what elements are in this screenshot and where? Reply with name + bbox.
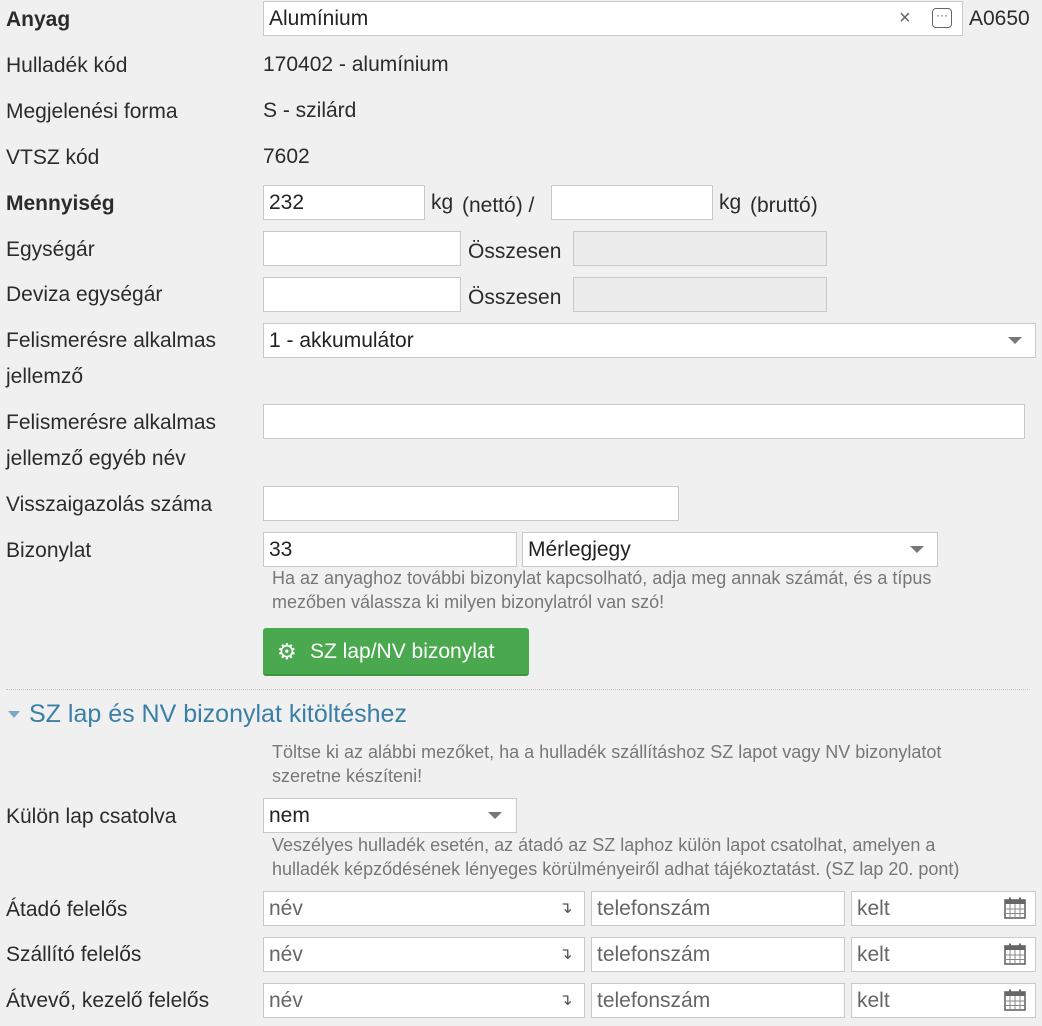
felismeres-select[interactable]: 1 - akkumulátor bbox=[263, 323, 1036, 358]
szallito-felelos-label: Szállító felelős bbox=[6, 943, 142, 966]
felismeres-egyeb-input[interactable] bbox=[263, 404, 1025, 439]
chevron-down-icon bbox=[488, 812, 502, 819]
kulon-lap-label: Külön lap csatolva bbox=[6, 805, 177, 828]
deviza-osszesen-label: Összesen bbox=[468, 286, 562, 309]
calendar-icon[interactable] bbox=[1004, 943, 1026, 965]
placeholder: kelt bbox=[857, 897, 890, 920]
gear-icon: ⚙ bbox=[277, 639, 297, 664]
szallito-nev-input[interactable]: név bbox=[263, 937, 585, 972]
bizonylat-label: Bizonylat bbox=[6, 539, 92, 562]
placeholder: név bbox=[269, 989, 303, 1012]
clear-icon[interactable]: × bbox=[899, 2, 911, 35]
netto-input[interactable]: 232 bbox=[263, 185, 425, 220]
felismeres-egyeb-label-line2: jellemző egyéb név bbox=[6, 447, 186, 470]
bizonylat-type-select[interactable]: Mérlegjegy bbox=[522, 532, 938, 567]
deviza-egysegar-label: Deviza egységár bbox=[6, 283, 163, 306]
fill-arrow-icon[interactable]: ↴ bbox=[559, 892, 572, 925]
egysegar-label: Egységár bbox=[6, 238, 95, 261]
szallito-telefon-input[interactable]: telefonszám bbox=[591, 937, 845, 972]
mennyiseg-label: Mennyiség bbox=[6, 192, 115, 215]
hulladek-kod-value: 170402 - alumínium bbox=[263, 53, 449, 76]
bizonylat-hint-line2: mezőben válassza ki milyen bizonylatról … bbox=[272, 592, 665, 612]
deviza-egysegar-input[interactable] bbox=[263, 277, 461, 312]
placeholder: telefonszám bbox=[597, 989, 711, 1012]
atado-nev-input[interactable]: név bbox=[263, 891, 585, 926]
vtsz-kod-value: 7602 bbox=[263, 145, 310, 168]
deviza-osszesen-field bbox=[573, 277, 827, 312]
atvevo-felelos-label: Átvevő, kezelő felelős bbox=[6, 989, 210, 1012]
brutto-input[interactable] bbox=[551, 185, 713, 220]
brutto-unit: kg bbox=[719, 191, 742, 214]
egysegar-osszesen-field bbox=[573, 231, 827, 266]
visszaigazolas-label: Visszaigazolás száma bbox=[6, 493, 213, 516]
more-options-icon[interactable]: ··· bbox=[932, 8, 952, 28]
placeholder: név bbox=[269, 943, 303, 966]
felismeres-label-line2: jellemző bbox=[6, 365, 84, 388]
section-hint-line2: szeretne készíteni! bbox=[272, 766, 423, 786]
megjelenesi-forma-label: Megjelenési forma bbox=[6, 100, 178, 123]
placeholder: kelt bbox=[857, 943, 890, 966]
megjelenesi-forma-value: S - szilárd bbox=[263, 99, 357, 122]
anyag-code: A0650 bbox=[969, 7, 1030, 30]
bizonylat-number-input[interactable]: 33 bbox=[263, 532, 517, 567]
atvevo-nev-input[interactable]: név bbox=[263, 983, 585, 1018]
calendar-icon[interactable] bbox=[1004, 897, 1026, 919]
brutto-text: (bruttó) bbox=[750, 194, 818, 217]
vtsz-kod-label: VTSZ kód bbox=[6, 146, 100, 169]
visszaigazolas-input[interactable] bbox=[263, 486, 679, 521]
kulon-lap-hint-line2: hulladék képződésének lényeges körülmény… bbox=[272, 859, 960, 879]
kulon-lap-selected: nem bbox=[269, 804, 310, 827]
felismeres-egyeb-label-line1: Felismerésre alkalmas bbox=[6, 411, 217, 434]
egysegar-input[interactable] bbox=[263, 231, 461, 266]
section-title[interactable]: SZ lap és NV bizonylat kitöltéshez bbox=[29, 697, 407, 731]
collapse-triangle-icon[interactable] bbox=[8, 711, 20, 718]
kulon-lap-hint-line1: Veszélyes hulladék esetén, az átadó az S… bbox=[272, 835, 936, 855]
hulladek-kod-label: Hulladék kód bbox=[6, 54, 128, 77]
netto-unit: kg bbox=[431, 191, 454, 214]
netto-text: (nettó) / bbox=[462, 194, 535, 217]
sz-lap-button-label: SZ lap/NV bizonylat bbox=[310, 640, 495, 663]
bizonylat-type-selected: Mérlegjegy bbox=[528, 538, 631, 561]
anyag-label: Anyag bbox=[6, 8, 71, 31]
atvevo-telefon-input[interactable]: telefonszám bbox=[591, 983, 845, 1018]
calendar-icon[interactable] bbox=[1004, 989, 1026, 1011]
placeholder: név bbox=[269, 897, 303, 920]
placeholder: telefonszám bbox=[597, 943, 711, 966]
anyag-input[interactable]: Alumínium bbox=[263, 1, 963, 36]
section-hint-line1: Töltse ki az alábbi mezőket, ha a hullad… bbox=[272, 742, 942, 762]
atado-felelos-label: Átadó felelős bbox=[6, 898, 128, 921]
fill-arrow-icon[interactable]: ↴ bbox=[559, 984, 572, 1017]
kulon-lap-select[interactable]: nem bbox=[263, 798, 517, 833]
fill-arrow-icon[interactable]: ↴ bbox=[559, 938, 572, 971]
chevron-down-icon bbox=[1008, 337, 1022, 344]
placeholder: telefonszám bbox=[597, 897, 711, 920]
chevron-down-icon bbox=[910, 546, 924, 553]
egysegar-osszesen-label: Összesen bbox=[468, 240, 562, 263]
sz-lap-nv-bizonylat-button[interactable]: ⚙ SZ lap/NV bizonylat bbox=[263, 628, 529, 676]
anyag-value: Alumínium bbox=[269, 7, 369, 30]
divider bbox=[6, 689, 1030, 690]
felismeres-label-line1: Felismerésre alkalmas bbox=[6, 329, 217, 352]
bizonylat-hint-line1: Ha az anyaghoz további bizonylat kapcsol… bbox=[272, 568, 932, 588]
atado-telefon-input[interactable]: telefonszám bbox=[591, 891, 845, 926]
felismeres-selected: 1 - akkumulátor bbox=[269, 329, 414, 352]
placeholder: kelt bbox=[857, 989, 890, 1012]
